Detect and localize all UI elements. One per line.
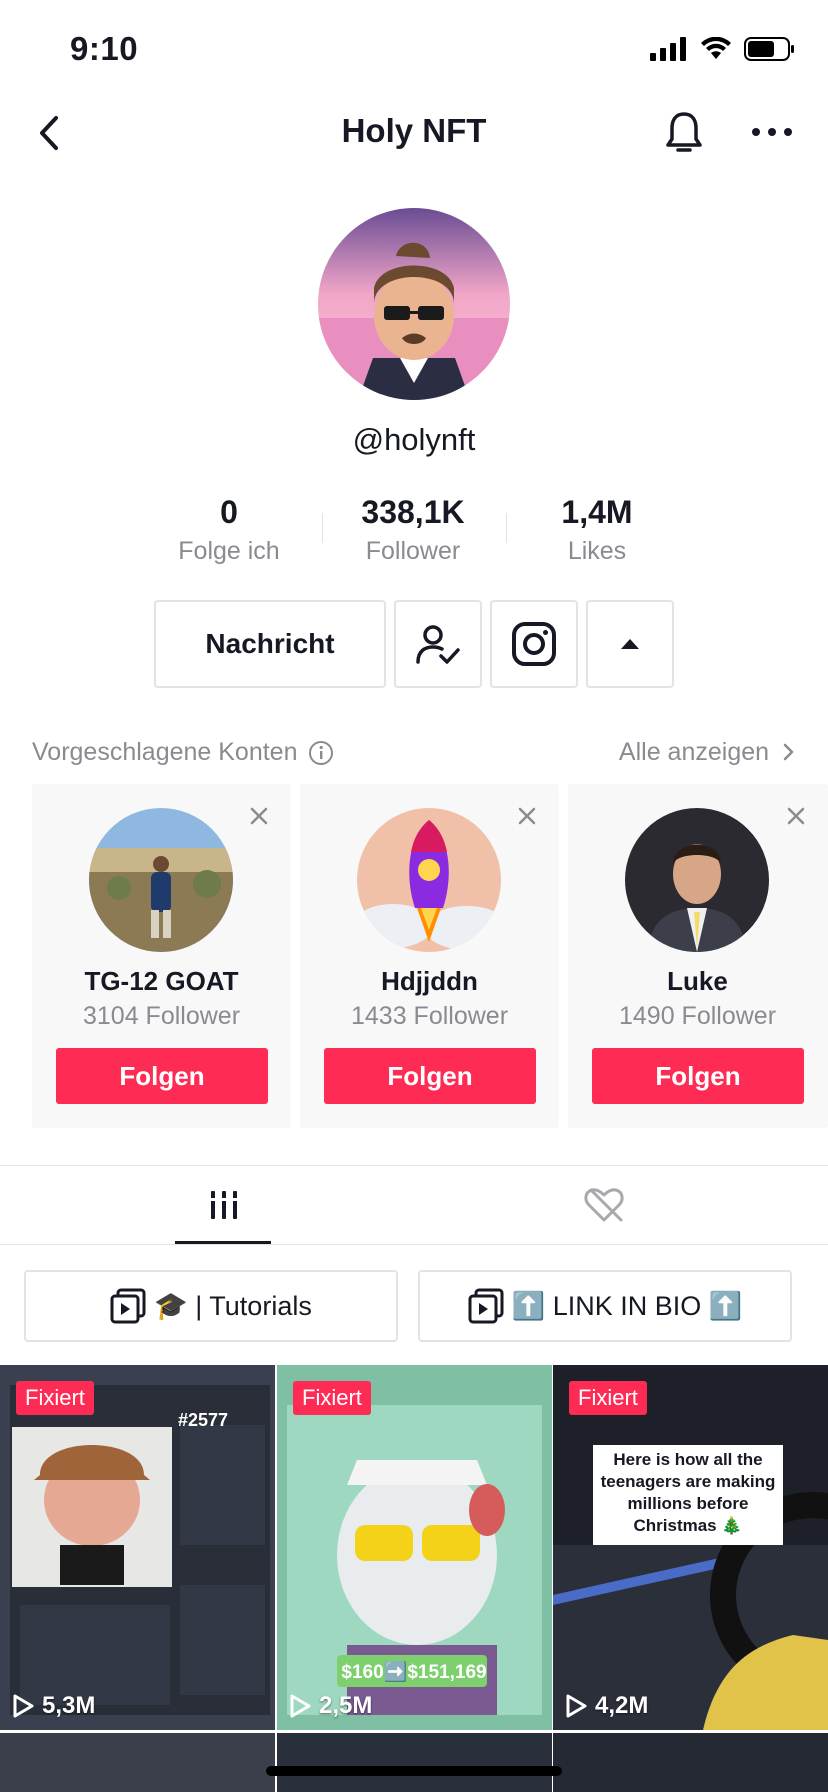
suggested-avatar[interactable] [89,808,233,952]
wifi-icon [701,37,731,59]
home-indicator [266,1766,562,1776]
info-icon[interactable] [308,740,334,766]
suggested-name: Luke [667,966,728,996]
see-all-link[interactable]: Alle anzeigen [619,738,796,767]
video-thumbnail-image [0,1365,275,1730]
suggested-avatar[interactable] [357,808,501,952]
playlist-icon [110,1288,146,1324]
stat-following-value: 0 [220,494,238,530]
stat-following-label: Folge ich [178,537,280,565]
suggested-card[interactable]: Luke 1490 Follower Folgen [568,784,828,1128]
stat-followers-value: 338,1K [361,494,465,530]
suggested-card[interactable]: TG-12 GOAT 3104 Follower Folgen [32,784,291,1128]
video-overlay-text: Here is how all the teenagers are making… [600,1450,776,1535]
bell-icon[interactable] [662,108,706,158]
view-count: 5,3M [10,1692,95,1720]
play-icon [290,1694,311,1718]
close-icon[interactable] [247,804,271,828]
stat-following[interactable]: 0 Folge ich [137,494,321,566]
suggested-title: Vorgeschlagene Konten [32,738,334,767]
playlist-tutorials[interactable]: 🎓 | Tutorials [24,1270,398,1342]
playlist-link-in-bio[interactable]: ⬆️ LINK IN BIO ⬆️ [418,1270,792,1342]
user-check-icon [416,625,460,664]
stat-likes-label: Likes [567,537,627,565]
status-time: 9:10 [70,30,139,67]
grid-icon [209,1191,239,1219]
stat-followers-label: Follower [365,537,461,565]
suggested-card[interactable]: Hdjjddn 1433 Follower Folgen [300,784,559,1128]
video-thumbnail[interactable]: Here is how all the teenagers are making… [553,1365,828,1730]
view-count-value: 5,3M [42,1692,96,1719]
close-icon[interactable] [784,804,808,828]
close-icon[interactable] [515,804,539,828]
suggested-title-text: Vorgeschlagene Konten [32,738,298,766]
video-thumbnail-image [553,1365,828,1730]
divider [0,1244,828,1245]
message-button[interactable]: Nachricht [154,600,386,688]
instagram-icon [512,622,556,666]
follow-button[interactable]: Folgen [324,1048,536,1104]
video-overlay-text: $160➡️$151,169 [341,1662,487,1683]
status-icons [650,36,796,62]
tab-videos[interactable] [176,1166,272,1244]
playlist-label: 🎓 | Tutorials [154,1291,312,1321]
pinned-badge: Fixiert [16,1381,94,1415]
more-icon[interactable] [748,112,796,152]
video-overlay-text: #2577 [178,1410,229,1430]
instagram-button[interactable] [490,600,578,688]
playlist-icon [468,1288,504,1324]
video-thumbnail[interactable]: $160➡️$151,169 Fixiert 2,5M [277,1365,552,1730]
suggested-followers: 1490 Follower [618,1002,777,1030]
suggestions-toggle-button[interactable] [586,600,674,688]
video-thumbnail[interactable] [553,1733,828,1792]
follow-button[interactable]: Folgen [56,1048,268,1104]
follow-button[interactable]: Folgen [592,1048,804,1104]
pinned-badge: Fixiert [569,1381,647,1415]
profile-handle: @holynft [352,422,476,457]
profile-avatar [318,208,510,400]
play-icon [566,1694,587,1718]
video-thumbnail[interactable] [277,1733,552,1792]
tab-liked[interactable] [556,1166,652,1244]
see-all-text: Alle anzeigen [618,738,770,766]
view-count-value: 4,2M [595,1692,649,1719]
suggested-name: TG-12 GOAT [84,966,239,996]
divider [0,1165,828,1166]
suggested-name: Hdjjddn [381,966,478,996]
suggested-avatar[interactable] [625,808,769,952]
stat-followers[interactable]: 338,1K Follower [321,494,505,566]
video-thumbnail[interactable]: #2577 Fixiert 5,3M [0,1365,275,1730]
playlist-label: ⬆️ LINK IN BIO ⬆️ [511,1291,743,1321]
stat-likes-value: 1,4M [561,494,633,530]
view-count: 4,2M [563,1692,648,1720]
view-count-value: 2,5M [319,1692,373,1719]
suggested-followers: 1433 Follower [350,1002,509,1030]
stat-likes[interactable]: 1,4M Likes [505,494,689,566]
play-icon [13,1694,34,1718]
battery-icon [744,37,794,61]
following-status-button[interactable] [394,600,482,688]
suggested-followers: 3104 Follower [82,1002,241,1030]
caret-up-icon [621,639,639,649]
video-thumbnail[interactable] [0,1733,275,1792]
view-count: 2,5M [287,1692,372,1720]
chevron-right-icon [783,743,794,761]
heart-lock-icon [584,1188,624,1222]
signal-icon [650,37,686,61]
pinned-badge: Fixiert [293,1381,371,1415]
